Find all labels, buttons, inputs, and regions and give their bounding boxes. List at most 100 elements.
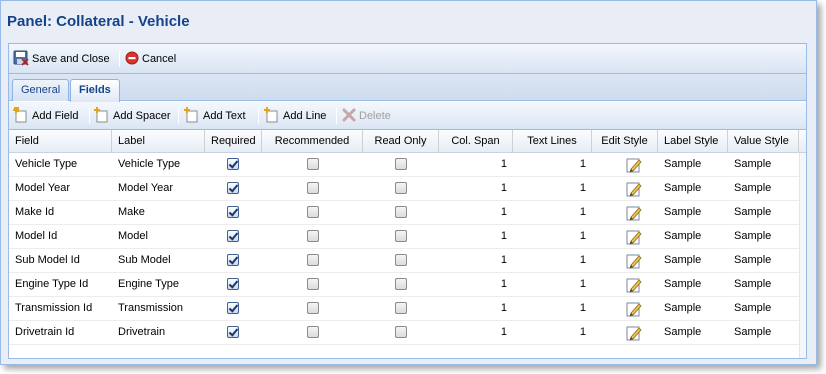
grid-header: Field Label Required Recommended Read On… <box>9 130 806 153</box>
required-checkbox[interactable] <box>227 254 239 266</box>
cell-text-lines: 1 <box>579 182 586 194</box>
column-header-required[interactable]: Required <box>205 130 262 153</box>
delete-button[interactable]: Delete <box>342 107 391 125</box>
cell-label: Model <box>118 230 148 242</box>
recommended-checkbox[interactable] <box>307 230 319 242</box>
table-row[interactable]: Make Id Make 1 1 Sample Sample <box>9 201 799 225</box>
recommended-checkbox[interactable] <box>307 182 319 194</box>
cell-value-style: Sample <box>734 326 772 338</box>
tab-fields[interactable]: Fields <box>70 79 120 102</box>
table-row[interactable]: Engine Type Id Engine Type 1 1 Sample Sa… <box>9 273 799 297</box>
cell-label: Drivetrain <box>118 326 166 338</box>
read-only-checkbox[interactable] <box>395 182 407 194</box>
recommended-checkbox[interactable] <box>307 302 319 314</box>
cancel-icon <box>125 51 139 68</box>
read-only-checkbox[interactable] <box>395 278 407 290</box>
cell-label: Engine Type <box>118 278 179 290</box>
add-line-button[interactable]: Add Line <box>264 106 326 125</box>
cell-label-style: Sample <box>664 230 702 242</box>
toolbar-separator <box>119 51 120 67</box>
cell-label: Model Year <box>118 182 174 194</box>
column-header-col-span[interactable]: Col. Span <box>439 130 513 153</box>
edit-style-icon[interactable] <box>626 325 642 344</box>
column-header-read-only[interactable]: Read Only <box>363 130 439 153</box>
window-title: Panel: Collateral - Vehicle <box>7 13 190 30</box>
toolbar-separator <box>89 108 90 124</box>
recommended-checkbox[interactable] <box>307 278 319 290</box>
table-row[interactable]: Model Year Model Year 1 1 Sample Sample <box>9 177 799 201</box>
column-header-recommended[interactable]: Recommended <box>262 130 363 153</box>
read-only-checkbox[interactable] <box>395 206 407 218</box>
required-checkbox[interactable] <box>227 158 239 170</box>
edit-style-icon[interactable] <box>626 229 642 248</box>
cell-col-span: 1 <box>500 206 507 218</box>
table-row[interactable]: Transmission Id Transmission 1 1 Sample … <box>9 297 799 321</box>
add-text-button[interactable]: Add Text <box>184 106 246 125</box>
add-field-button[interactable]: Add Field <box>13 106 78 126</box>
table-row[interactable]: Model Id Model 1 1 Sample Sample <box>9 225 799 249</box>
recommended-checkbox[interactable] <box>307 206 319 218</box>
required-checkbox[interactable] <box>227 302 239 314</box>
add-icon <box>94 106 110 126</box>
cell-col-span: 1 <box>500 182 507 194</box>
edit-style-icon[interactable] <box>626 157 642 176</box>
cell-field: Sub Model Id <box>15 254 80 266</box>
read-only-checkbox[interactable] <box>395 230 407 242</box>
table-row[interactable]: Vehicle Type Vehicle Type 1 1 Sample Sam… <box>9 153 799 177</box>
cell-label-style: Sample <box>664 326 702 338</box>
recommended-checkbox[interactable] <box>307 158 319 170</box>
cell-label: Transmission <box>118 302 183 314</box>
cell-text-lines: 1 <box>579 278 586 290</box>
read-only-checkbox[interactable] <box>395 254 407 266</box>
cell-col-span: 1 <box>500 326 507 338</box>
grid-body: Vehicle Type Vehicle Type 1 1 Sample Sam… <box>9 153 806 358</box>
grid-scroll-gutter <box>799 153 806 358</box>
column-header-text-lines[interactable]: Text Lines <box>513 130 592 153</box>
required-checkbox[interactable] <box>227 326 239 338</box>
add-text-label: Add Text <box>203 110 246 122</box>
cell-col-span: 1 <box>500 278 507 290</box>
cell-field: Transmission Id <box>15 302 93 314</box>
cell-value-style: Sample <box>734 254 772 266</box>
table-row[interactable]: Sub Model Id Sub Model 1 1 Sample Sample <box>9 249 799 273</box>
edit-style-icon[interactable] <box>626 277 642 296</box>
cancel-button[interactable]: Cancel <box>125 50 176 68</box>
cell-text-lines: 1 <box>579 302 586 314</box>
edit-style-icon[interactable] <box>626 253 642 272</box>
cell-label-style: Sample <box>664 302 702 314</box>
required-checkbox[interactable] <box>227 230 239 242</box>
cell-value-style: Sample <box>734 158 772 170</box>
column-header-label[interactable]: Label <box>112 130 205 153</box>
cell-value-style: Sample <box>734 206 772 218</box>
cell-field: Model Id <box>15 230 58 242</box>
cell-value-style: Sample <box>734 182 772 194</box>
delete-label: Delete <box>359 110 391 122</box>
panel-editor-window: Panel: Collateral - Vehicle Save and Clo… <box>0 0 817 365</box>
read-only-checkbox[interactable] <box>395 326 407 338</box>
toolbar-separator <box>336 108 337 124</box>
column-header-label-style[interactable]: Label Style <box>658 130 728 153</box>
cell-label-style: Sample <box>664 278 702 290</box>
tab-strip: General Fields <box>9 74 806 102</box>
column-header-edit-style[interactable]: Edit Style <box>592 130 658 153</box>
column-header-value-style[interactable]: Value Style <box>728 130 799 153</box>
required-checkbox[interactable] <box>227 206 239 218</box>
cell-field: Engine Type Id <box>15 278 89 290</box>
required-checkbox[interactable] <box>227 182 239 194</box>
recommended-checkbox[interactable] <box>307 254 319 266</box>
recommended-checkbox[interactable] <box>307 326 319 338</box>
cell-text-lines: 1 <box>579 326 586 338</box>
cell-value-style: Sample <box>734 230 772 242</box>
column-header-field[interactable]: Field <box>9 130 112 153</box>
edit-style-icon[interactable] <box>626 205 642 224</box>
read-only-checkbox[interactable] <box>395 302 407 314</box>
add-spacer-button[interactable]: Add Spacer <box>94 106 170 126</box>
add-icon <box>13 106 29 126</box>
tab-general[interactable]: General <box>12 79 70 101</box>
edit-style-icon[interactable] <box>626 181 642 200</box>
read-only-checkbox[interactable] <box>395 158 407 170</box>
edit-style-icon[interactable] <box>626 301 642 320</box>
table-row[interactable]: Drivetrain Id Drivetrain 1 1 Sample Samp… <box>9 321 799 345</box>
save-and-close-button[interactable]: Save and Close <box>13 50 110 68</box>
required-checkbox[interactable] <box>227 278 239 290</box>
